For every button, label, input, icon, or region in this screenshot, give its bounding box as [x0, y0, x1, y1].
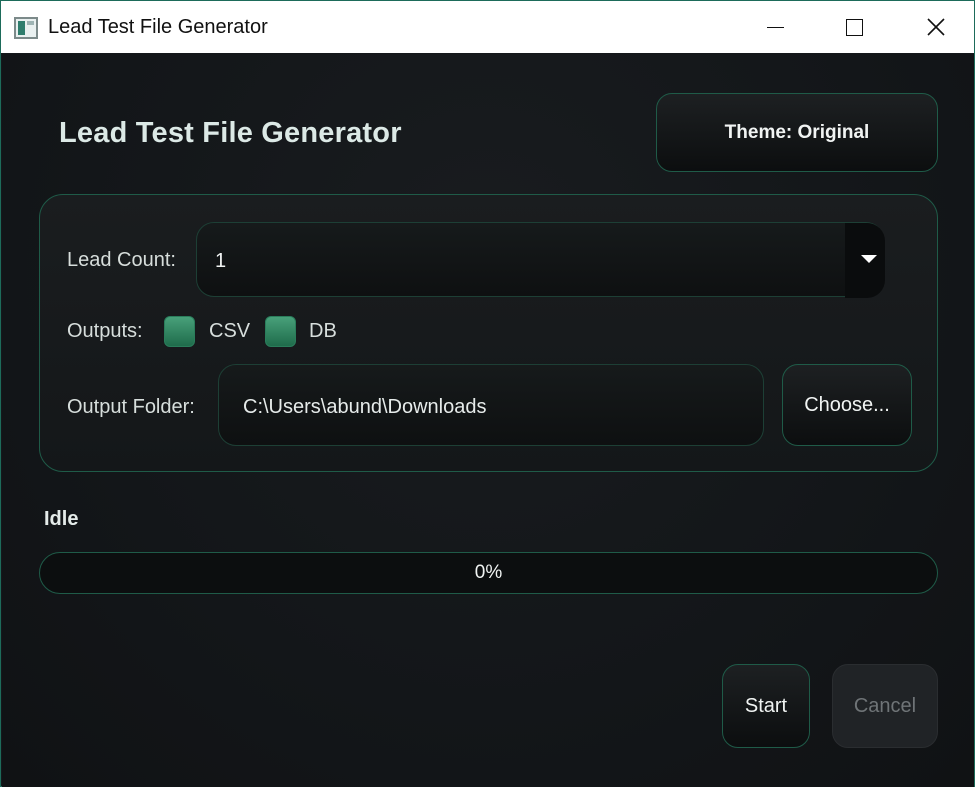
progress-bar: 0%	[39, 552, 938, 594]
choose-folder-button[interactable]: Choose...	[782, 364, 912, 446]
chevron-down-icon	[861, 255, 877, 263]
settings-card: Lead Count: 1 Outputs: CSV DB Output Fol…	[39, 194, 938, 472]
db-checkbox[interactable]	[265, 316, 296, 347]
lead-count-dropdown[interactable]: 1	[196, 222, 885, 298]
maximize-icon	[845, 18, 863, 36]
close-icon	[927, 18, 945, 36]
minimize-icon	[766, 26, 784, 29]
window-title: Lead Test File Generator	[48, 16, 268, 38]
main-content: Lead Test File Generator Theme: Original…	[2, 54, 974, 787]
lead-count-label: Lead Count:	[67, 249, 176, 271]
output-folder-value: C:\Users\abund\Downloads	[243, 396, 487, 418]
lead-count-value: 1	[215, 250, 227, 272]
outputs-label: Outputs:	[67, 320, 143, 342]
title-bar: Lead Test File Generator	[1, 1, 974, 53]
csv-checkbox[interactable]	[164, 316, 195, 347]
progress-label: 0%	[474, 562, 503, 583]
maximize-button[interactable]	[813, 1, 895, 53]
csv-checkbox-label[interactable]: CSV	[209, 320, 250, 343]
close-button[interactable]	[895, 1, 975, 53]
app-icon	[14, 17, 38, 39]
status-text: Idle	[44, 508, 79, 530]
page-title: Lead Test File Generator	[59, 117, 402, 149]
theme-button[interactable]: Theme: Original	[656, 93, 938, 172]
cancel-button[interactable]: Cancel	[832, 664, 938, 748]
start-button[interactable]: Start	[722, 664, 810, 748]
output-folder-field[interactable]: C:\Users\abund\Downloads	[218, 364, 764, 446]
minimize-button[interactable]	[734, 1, 816, 53]
app-window: Lead Test File Generator Lead Test File …	[0, 0, 975, 787]
output-folder-label: Output Folder:	[67, 396, 195, 418]
db-checkbox-label[interactable]: DB	[309, 320, 337, 343]
